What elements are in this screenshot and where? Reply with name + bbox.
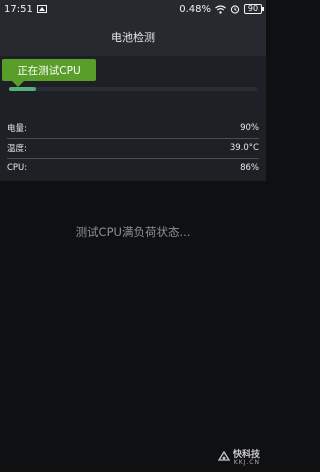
status-right: 0.48% 90 (179, 4, 264, 15)
test-progress-bar (9, 87, 257, 91)
data-speed-unit: % (201, 3, 211, 15)
wifi-icon (215, 4, 226, 14)
stat-row-cpu: CPU: 86% (7, 158, 259, 178)
battery-icon: 90 (244, 4, 264, 14)
screen: 17:51 0.48% 90 电池检测 正在测试CPU 电量: 90% 温度: … (0, 0, 266, 472)
stat-value: 39.0°C (229, 143, 259, 153)
watermark-logo-icon (217, 449, 231, 468)
test-status-message: 测试CPU满负荷状态... (75, 225, 191, 239)
testing-badge-label: 正在测试CPU (17, 64, 81, 77)
alarm-icon (230, 4, 240, 14)
watermark: 快科技 KKJ.CN (217, 449, 260, 468)
page-title: 电池检测 (111, 31, 155, 44)
status-bar: 17:51 0.48% 90 (0, 0, 266, 18)
status-time: 17:51 (4, 3, 33, 15)
testing-badge: 正在测试CPU (2, 59, 96, 87)
stat-label: 电量: (7, 124, 27, 134)
watermark-text: 快科技 KKJ.CN (233, 451, 260, 466)
image-notification-icon (36, 5, 47, 13)
data-speed: 0.48% (179, 4, 211, 15)
stat-value: 90% (240, 123, 259, 133)
stat-row-battery: 电量: 90% (7, 118, 259, 138)
test-progress-fill (9, 87, 37, 91)
status-left: 17:51 (4, 4, 47, 15)
battery-level: 90 (247, 4, 259, 13)
test-panel: 正在测试CPU 电量: 90% 温度: 39.0°C CPU: 86% (0, 56, 266, 181)
stat-row-temperature: 温度: 39.0°C (7, 138, 259, 158)
watermark-sub: KKJ.CN (233, 459, 260, 466)
stat-label: CPU: (7, 163, 28, 173)
stat-value: 86% (240, 163, 259, 173)
data-speed-value: 0.48 (179, 3, 202, 15)
header: 电池检测 (0, 18, 266, 56)
stat-label: 温度: (7, 144, 27, 154)
